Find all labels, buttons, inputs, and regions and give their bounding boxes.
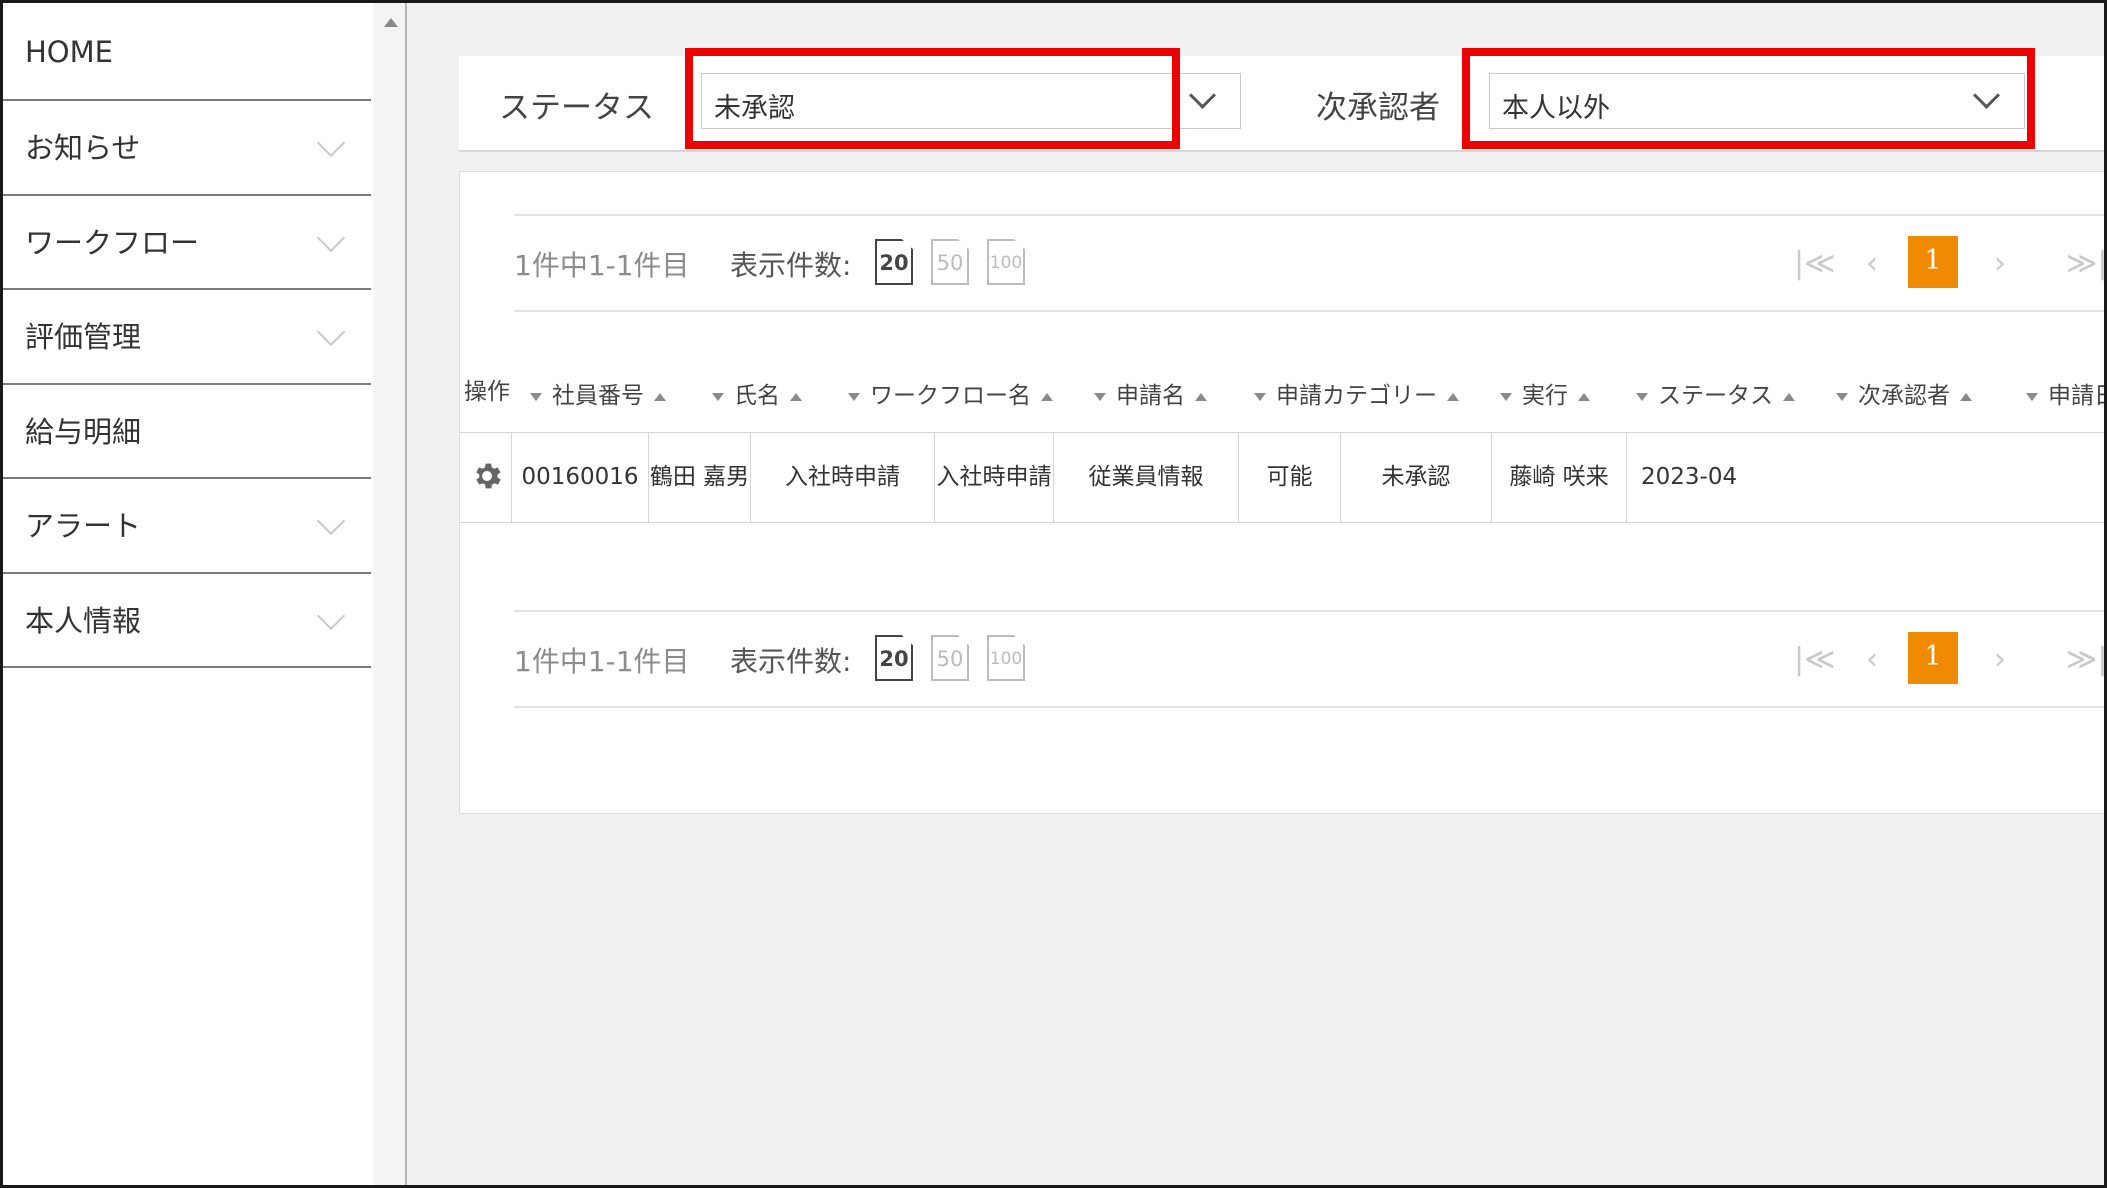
scroll-up-icon[interactable] bbox=[384, 18, 398, 27]
result-range-text: 1件中1-1件目 bbox=[514, 645, 690, 678]
chevron-down-icon bbox=[316, 601, 346, 631]
status-cell: 未承認 bbox=[1341, 433, 1492, 522]
sort-asc-icon[interactable] bbox=[1447, 392, 1459, 401]
next-page-icon[interactable]: › bbox=[1994, 642, 2006, 677]
sort-asc-icon[interactable] bbox=[1783, 392, 1795, 401]
application-cell: 入社時申請 bbox=[935, 433, 1054, 522]
last-page-icon[interactable]: ≫| bbox=[2066, 642, 2104, 677]
prev-page-icon[interactable]: ‹ bbox=[1866, 246, 1878, 281]
sort-desc-icon[interactable] bbox=[1254, 392, 1266, 401]
action-cell[interactable] bbox=[460, 433, 512, 522]
column-header-workflow[interactable]: ワークフロー名 bbox=[848, 376, 1053, 410]
chevron-down-icon bbox=[1189, 82, 1216, 109]
prev-page-icon[interactable]: ‹ bbox=[1866, 642, 1878, 677]
result-range-text: 1件中1-1件目 bbox=[514, 249, 690, 282]
sidebar-item-workflow[interactable]: ワークフロー bbox=[3, 196, 371, 290]
sort-asc-icon[interactable] bbox=[1960, 392, 1972, 401]
sort-asc-icon[interactable] bbox=[1041, 392, 1053, 401]
sort-desc-icon[interactable] bbox=[1500, 392, 1512, 401]
chevron-down-icon bbox=[316, 128, 346, 158]
gear-icon[interactable] bbox=[470, 459, 504, 493]
chevron-down-icon bbox=[316, 317, 346, 347]
table-row[interactable]: 00160016 鶴田 嘉男 入社時申請 入社時申請 従業員情報 可能 未承認 … bbox=[460, 432, 2104, 523]
category-cell: 従業員情報 bbox=[1054, 433, 1239, 522]
sidebar-item-label: HOME bbox=[25, 35, 113, 69]
sidebar-item-payslip[interactable]: 給与明細 bbox=[3, 385, 371, 479]
sort-desc-icon[interactable] bbox=[1636, 392, 1648, 401]
sort-desc-icon[interactable] bbox=[530, 392, 542, 401]
current-page-button[interactable]: 1 bbox=[1908, 632, 1958, 684]
chevron-down-icon bbox=[316, 223, 346, 253]
column-header-employee-no[interactable]: 社員番号 bbox=[530, 376, 666, 410]
sort-asc-icon[interactable] bbox=[790, 392, 802, 401]
sidebar: HOME お知らせ ワークフロー 評価管理 給与明細 アラート 本人情報 bbox=[3, 3, 371, 1185]
sort-asc-icon[interactable] bbox=[1578, 392, 1590, 401]
sidebar-item-label: ワークフロー bbox=[25, 226, 200, 260]
page-size-100-button[interactable]: 100 bbox=[987, 239, 1025, 285]
sidebar-item-evaluation[interactable]: 評価管理 bbox=[3, 290, 371, 385]
sort-asc-icon[interactable] bbox=[1195, 392, 1207, 401]
sidebar-item-label: 給与明細 bbox=[25, 415, 142, 449]
execution-cell: 可能 bbox=[1239, 433, 1341, 522]
next-page-icon[interactable]: › bbox=[1994, 246, 2006, 281]
date-cell: 2023-04 bbox=[1641, 464, 1738, 490]
pager-bottom: 1件中1-1件目 表示件数: 20 50 100 |≪ ‹ 1 › ≫| bbox=[514, 610, 2104, 708]
name-cell: 鶴田 嘉男 bbox=[649, 433, 751, 522]
sort-desc-icon[interactable] bbox=[848, 392, 860, 401]
page-size-label: 表示件数: bbox=[730, 249, 852, 282]
first-page-icon[interactable]: |≪ bbox=[1794, 642, 1836, 677]
highlight-status-filter bbox=[685, 48, 1180, 149]
page-size-100-button[interactable]: 100 bbox=[987, 635, 1025, 681]
sort-desc-icon[interactable] bbox=[712, 392, 724, 401]
main-content: ステータス 未承認 次承認者 本人以外 1件中1-1件目 表示件数: 20 50 bbox=[407, 3, 2104, 1185]
column-header-action: 操作 bbox=[464, 379, 510, 405]
page-size-50-button[interactable]: 50 bbox=[931, 239, 969, 285]
table-header: 操作 社員番号 氏名 ワークフロー名 申請名 申請カテゴリー 実行 ステータス … bbox=[460, 352, 2104, 420]
sort-desc-icon[interactable] bbox=[2026, 392, 2038, 401]
employee-no-cell: 00160016 bbox=[512, 433, 649, 522]
column-header-category[interactable]: 申請カテゴリー bbox=[1254, 376, 1459, 410]
next-approver-cell: 藤崎 咲来 bbox=[1492, 433, 1627, 522]
column-header-status[interactable]: ステータス bbox=[1636, 376, 1795, 410]
page-size-20-button[interactable]: 20 bbox=[875, 239, 913, 285]
sidebar-item-label: 評価管理 bbox=[25, 320, 142, 354]
sidebar-item-alerts[interactable]: アラート bbox=[3, 479, 371, 574]
page-size-20-button[interactable]: 20 bbox=[875, 635, 913, 681]
sidebar-scrollbar[interactable] bbox=[373, 3, 407, 1185]
current-page-button[interactable]: 1 bbox=[1908, 236, 1958, 288]
column-header-execution[interactable]: 実行 bbox=[1500, 376, 1590, 410]
column-header-next-approver[interactable]: 次承認者 bbox=[1836, 376, 1972, 410]
column-header-name[interactable]: 氏名 bbox=[712, 376, 802, 410]
chevron-down-icon bbox=[316, 506, 346, 536]
results-panel: 1件中1-1件目 表示件数: 20 50 100 |≪ ‹ 1 › ≫| 操作 … bbox=[459, 171, 2104, 814]
sidebar-item-home[interactable]: HOME bbox=[3, 3, 371, 101]
sort-desc-icon[interactable] bbox=[1836, 392, 1848, 401]
sidebar-item-notices[interactable]: お知らせ bbox=[3, 101, 371, 196]
sidebar-item-label: お知らせ bbox=[25, 131, 141, 165]
app-window: HOME お知らせ ワークフロー 評価管理 給与明細 アラート 本人情報 ステー… bbox=[0, 0, 2107, 1188]
pager-top: 1件中1-1件目 表示件数: 20 50 100 |≪ ‹ 1 › ≫| bbox=[514, 214, 2104, 312]
approver-filter-label: 次承認者 bbox=[1316, 90, 1440, 126]
sidebar-item-profile[interactable]: 本人情報 bbox=[3, 574, 371, 668]
sort-asc-icon[interactable] bbox=[654, 392, 666, 401]
sort-desc-icon[interactable] bbox=[1094, 392, 1106, 401]
highlight-approver-filter bbox=[1462, 48, 2035, 149]
workflow-cell: 入社時申請 bbox=[751, 433, 935, 522]
column-header-application[interactable]: 申請名 bbox=[1094, 376, 1207, 410]
page-size-label: 表示件数: bbox=[730, 645, 852, 678]
sidebar-item-label: 本人情報 bbox=[25, 604, 142, 638]
column-header-date[interactable]: 申請日 bbox=[2026, 376, 2104, 410]
status-filter-label: ステータス bbox=[499, 90, 654, 126]
page-size-50-button[interactable]: 50 bbox=[931, 635, 969, 681]
first-page-icon[interactable]: |≪ bbox=[1794, 246, 1836, 281]
sidebar-item-label: アラート bbox=[25, 509, 142, 543]
last-page-icon[interactable]: ≫| bbox=[2066, 246, 2104, 281]
